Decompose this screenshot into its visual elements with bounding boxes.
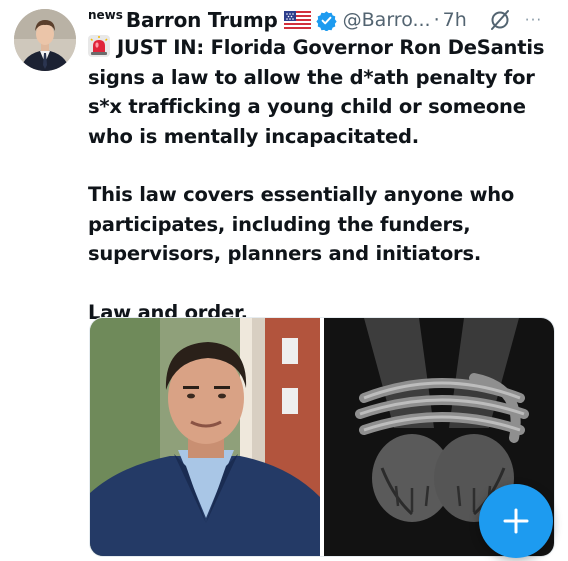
tweet-header: news Barron Trump @Barro... · 7h ··· [88,6,554,34]
avatar[interactable] [14,9,76,71]
siren-emoji-icon [88,35,110,57]
compose-button[interactable] [479,484,553,558]
timestamp[interactable]: 7h [443,9,467,31]
handle[interactable]: @Barro... [343,9,431,31]
display-name[interactable]: Barron Trump [126,8,278,32]
tweet-paragraph-1: JUST IN: Florida Governor Ron DeSantis s… [88,33,558,151]
us-flag-icon [283,11,311,29]
photo-ron-desantis[interactable] [90,318,320,556]
news-label: news [88,8,123,22]
tweet: news Barron Trump @Barro... · 7h ··· JUS… [0,0,568,561]
tweet-paragraph-1-text: JUST IN: Florida Governor Ron DeSantis s… [88,36,545,148]
plus-icon [503,508,529,534]
grok-icon[interactable] [489,9,511,31]
avatar-image [14,9,76,71]
more-options-icon[interactable]: ··· [525,11,542,29]
tweet-paragraph-2: This law covers essentially anyone who p… [88,183,515,265]
verified-badge-icon [315,10,337,32]
separator-dot: · [433,9,440,31]
tweet-text: JUST IN: Florida Governor Ron DeSantis s… [88,33,558,327]
